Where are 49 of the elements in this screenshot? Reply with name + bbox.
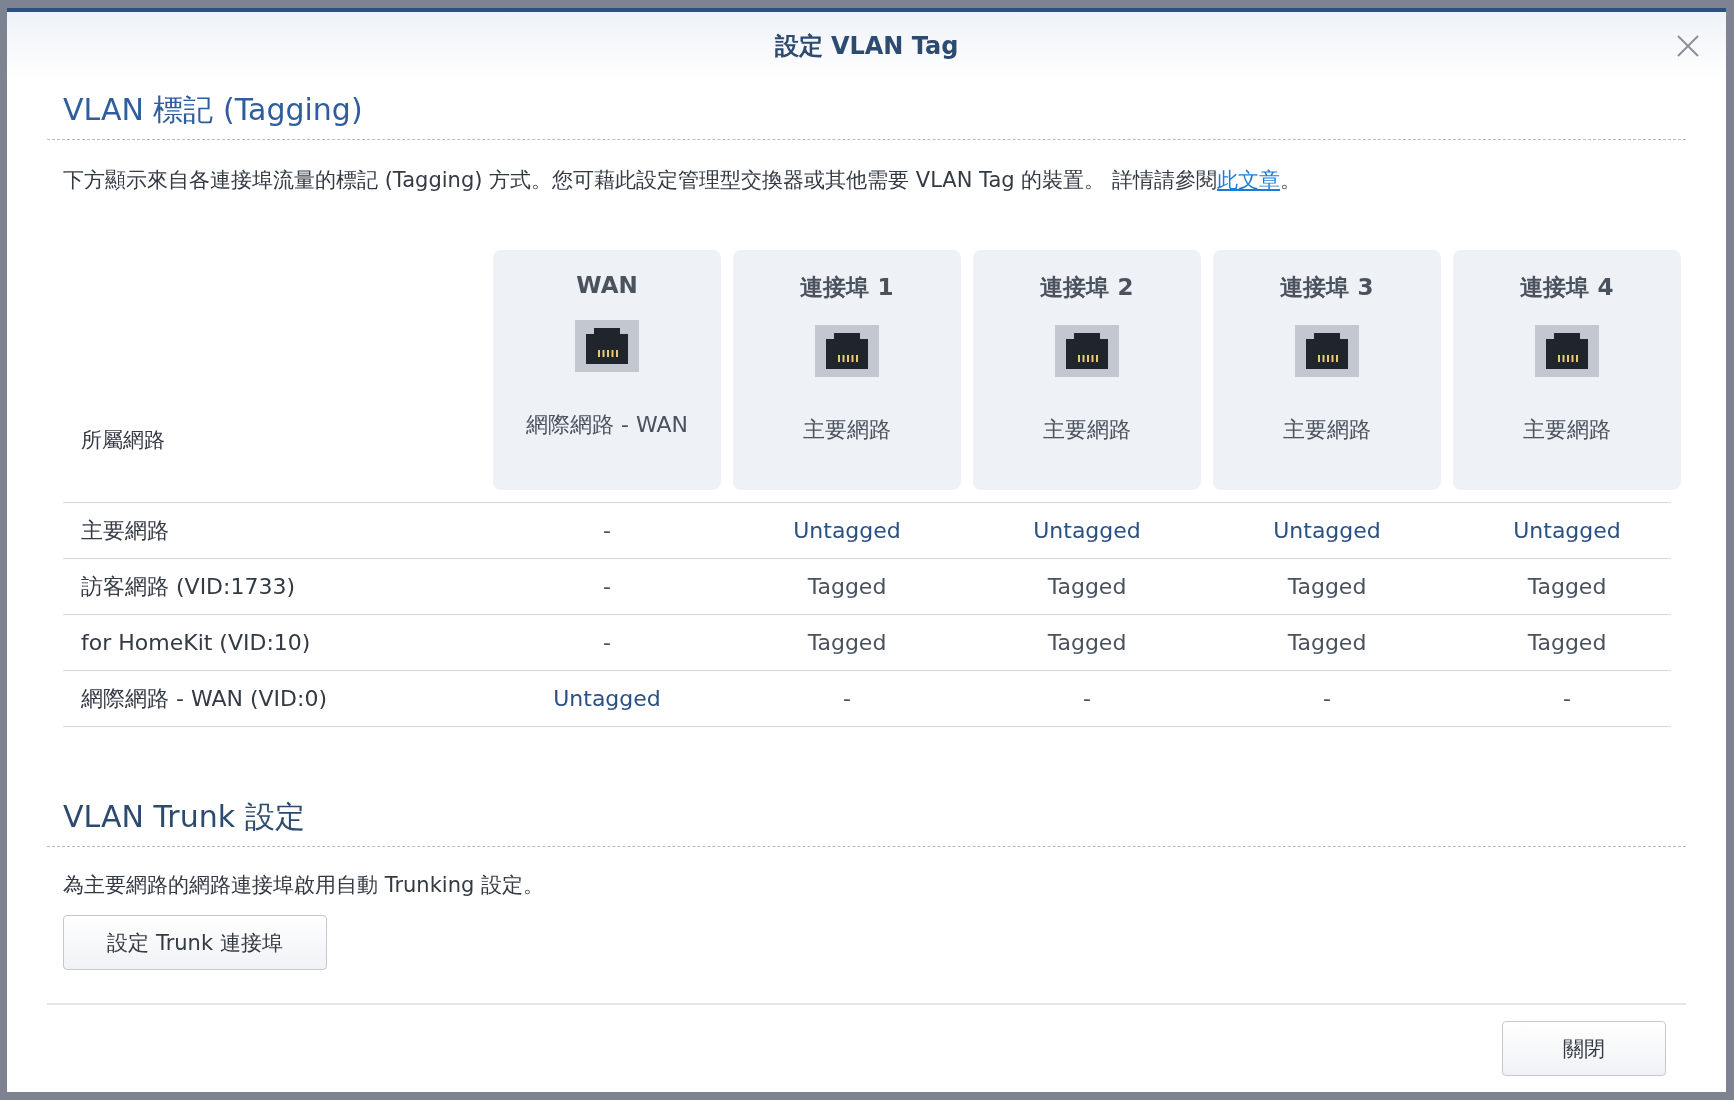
section-heading: VLAN Trunk 設定	[62, 798, 306, 836]
port-network: 網際網路 - WAN	[526, 411, 688, 439]
table-cell: Tagged	[1527, 574, 1607, 599]
table-cell: -	[603, 630, 611, 655]
trunk-button[interactable]: 設定 Trunk 連接埠	[63, 915, 327, 970]
table-cell: Tagged	[1527, 630, 1607, 655]
table-cell: Untagged	[793, 518, 901, 543]
table-cell: Tagged	[807, 630, 887, 655]
table-cell: Tagged	[807, 574, 887, 599]
table-cell: -	[1563, 686, 1571, 711]
network-name: 訪客網路 (VID:1733)	[80, 572, 297, 601]
table-cell: -	[603, 574, 611, 599]
ethernet-port-icon	[1055, 325, 1119, 377]
ethernet-port-icon	[1535, 325, 1599, 377]
port-network: 主要網路	[1283, 416, 1371, 444]
network-name: 網際網路 - WAN (VID:0)	[80, 684, 329, 713]
table-cell: -	[603, 518, 611, 543]
port-network: 主要網路	[803, 416, 891, 444]
close-icon[interactable]	[1676, 34, 1700, 58]
section-heading: VLAN 標記 (Tagging)	[62, 91, 364, 129]
table-cell: Tagged	[1287, 630, 1367, 655]
ethernet-port-icon	[1295, 325, 1359, 377]
network-name: for HomeKit (VID:10)	[80, 630, 312, 655]
table-cell: -	[1323, 686, 1331, 711]
port-name: 連接埠 3	[1280, 273, 1374, 302]
table-cell: Untagged	[1273, 518, 1381, 543]
table-cell: Tagged	[1047, 574, 1127, 599]
article-link[interactable]: 此文章	[1216, 168, 1280, 192]
network-name: 主要網路	[80, 516, 170, 545]
close-button[interactable]: 關閉	[1502, 1021, 1666, 1076]
description-text: 下方顯示來自各連接埠流量的標記 (Tagging) 方式。您可藉此設定管理型交換器或其他需要 VLAN Tag 的裝置。 詳情請參閱此文章。	[63, 167, 1302, 194]
table-cell: Untagged	[1513, 518, 1621, 543]
port-network: 主要網路	[1043, 416, 1131, 444]
table-cell: Tagged	[1287, 574, 1367, 599]
port-name: 連接埠 1	[800, 273, 894, 302]
table-cell: -	[1083, 686, 1091, 711]
port-network: 主要網路	[1523, 416, 1611, 444]
table-cell: Tagged	[1047, 630, 1127, 655]
port-name: 連接埠 2	[1040, 273, 1134, 302]
table-cell: Untagged	[553, 686, 661, 711]
ethernet-port-icon	[815, 325, 879, 377]
dialog-title: 設定 VLAN Tag	[774, 31, 959, 62]
table-cell: -	[843, 686, 851, 711]
table-cell: Untagged	[1033, 518, 1141, 543]
port-name: 連接埠 4	[1520, 273, 1614, 302]
port-name: WAN	[576, 272, 638, 298]
ethernet-port-icon	[575, 320, 639, 372]
description-text: 為主要網路的網路連接埠啟用自動 Trunking 設定。	[63, 872, 545, 899]
column-label: 所屬網路	[80, 427, 166, 454]
